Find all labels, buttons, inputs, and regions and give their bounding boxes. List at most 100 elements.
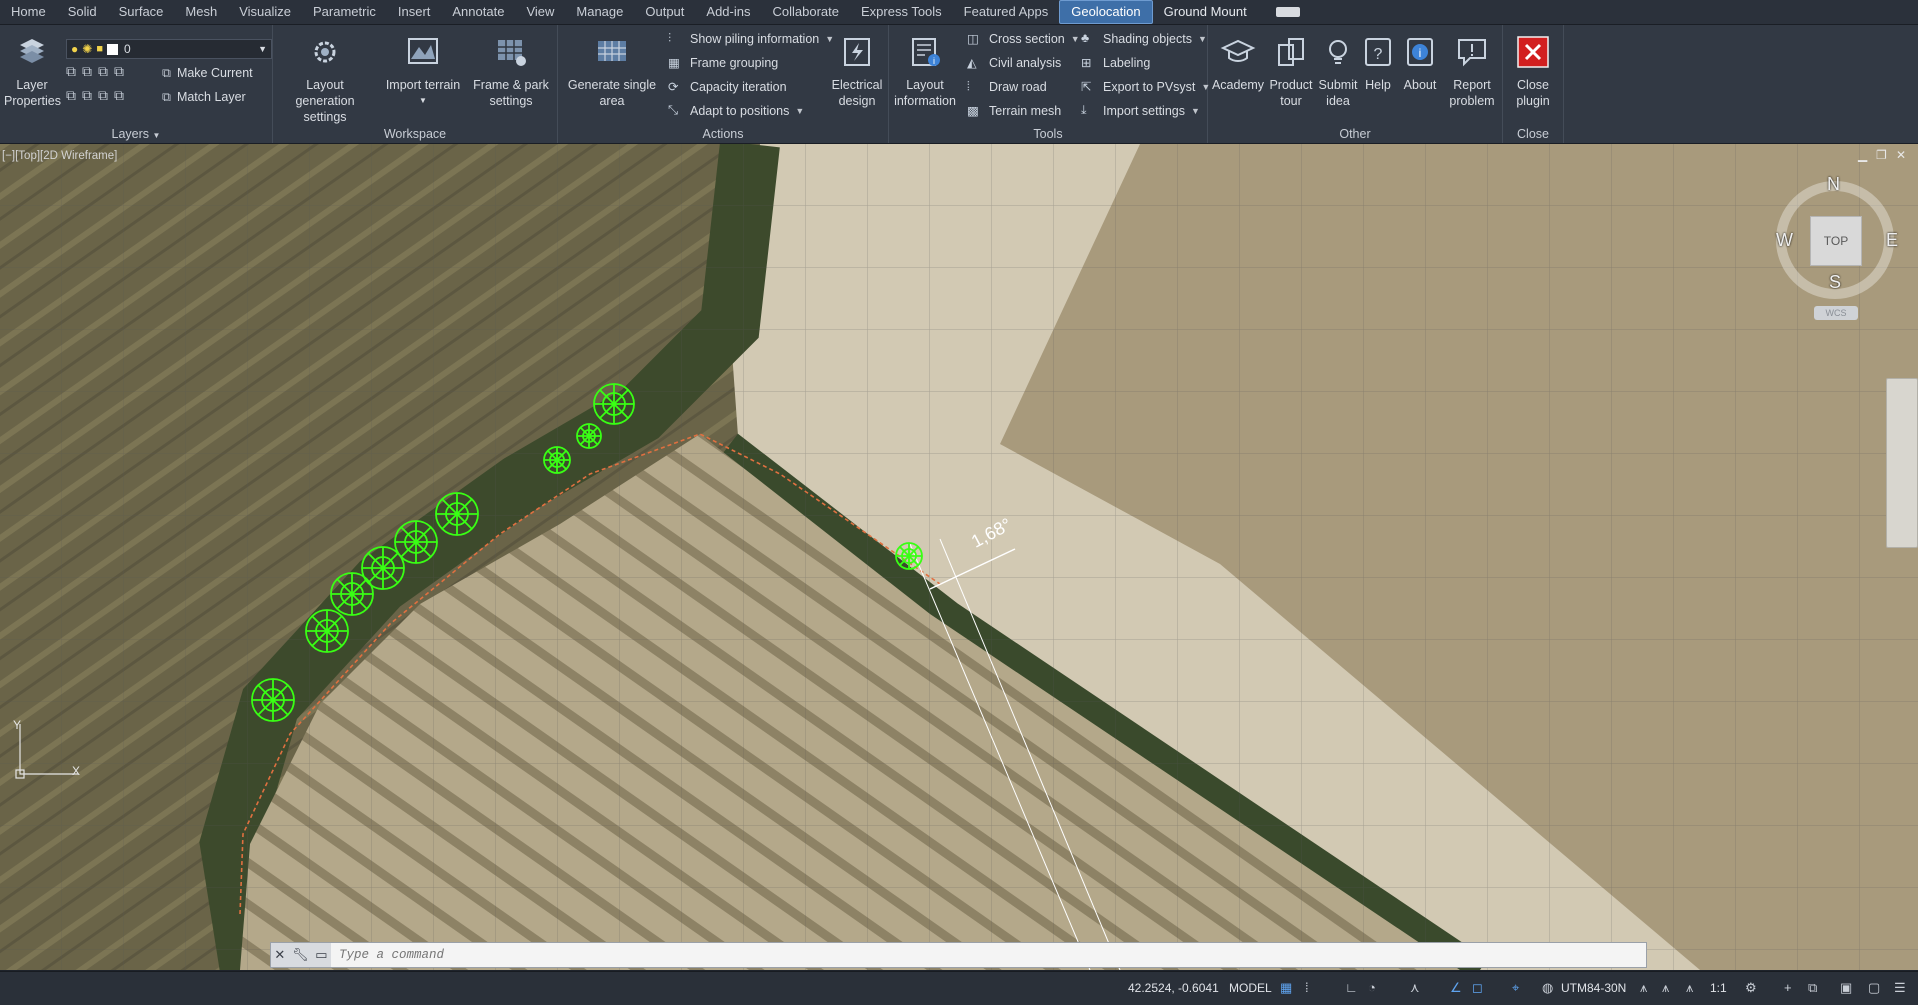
polar-tracking-icon[interactable]: ◔ — [1368, 980, 1384, 996]
tree-marker[interactable] — [435, 492, 479, 536]
tab-featured-apps[interactable]: Featured Apps — [953, 1, 1060, 23]
tab-visualize[interactable]: Visualize — [228, 1, 302, 23]
layer-walk-icon[interactable]: ⧉ — [66, 87, 76, 104]
model-space-button[interactable]: MODEL — [1229, 981, 1272, 995]
object-snap-icon[interactable]: ◻ — [1472, 980, 1488, 996]
layer-unlock-icon[interactable]: ⧉ — [114, 87, 124, 104]
adapt-to-positions-button[interactable]: ⤡ Adapt to positions ▼ — [668, 101, 804, 121]
tree-marker[interactable] — [576, 423, 602, 449]
globe-icon[interactable]: ◍ — [1542, 980, 1558, 996]
import-settings-button[interactable]: ⤓ Import settings ▼ — [1081, 101, 1200, 121]
geolocation-pin-icon[interactable]: ⌖ — [1512, 980, 1528, 996]
object-snap-tracking-icon[interactable]: ∠ — [1450, 980, 1466, 996]
navigation-bar[interactable] — [1886, 378, 1918, 548]
frame-grouping-button[interactable]: ▦ Frame grouping — [668, 53, 778, 73]
gear-icon[interactable]: ⚙ — [1745, 980, 1761, 996]
electrical-design-button[interactable]: Electrical design — [828, 35, 886, 109]
compass-north[interactable]: N — [1827, 174, 1840, 195]
hardware-acceleration-icon[interactable]: ▣ — [1840, 980, 1856, 996]
compass-west[interactable]: W — [1776, 230, 1793, 251]
ortho-mode-icon[interactable]: ∟ — [1345, 980, 1361, 996]
command-input[interactable] — [331, 947, 1541, 963]
tab-manage[interactable]: Manage — [565, 1, 634, 23]
civil-analysis-button[interactable]: ◭ Civil analysis — [967, 53, 1061, 73]
cursor-coordinates[interactable]: 42.2524, -0.6041 — [1128, 981, 1219, 995]
layer-dropdown[interactable]: ● ✺ ■ 0 ▼ — [66, 39, 272, 59]
viewcube-top-face[interactable]: TOP — [1810, 216, 1862, 266]
match-layer-button[interactable]: ⧉ Match Layer — [162, 87, 246, 107]
isometric-drafting-icon[interactable]: ⋏ — [1410, 980, 1426, 996]
layer-off-icon[interactable]: ⧉ — [66, 63, 76, 80]
compass-east[interactable]: E — [1886, 230, 1898, 251]
tab-surface[interactable]: Surface — [108, 1, 175, 23]
close-viewport-icon[interactable]: ✕ — [1896, 148, 1906, 162]
export-pvsyst-button[interactable]: ⇱ Export to PVsyst ▼ — [1081, 77, 1210, 97]
make-current-button[interactable]: ⧉ Make Current — [162, 63, 253, 83]
report-problem-button[interactable]: Report problem — [1444, 35, 1500, 109]
command-history-icon[interactable]: ▭ — [315, 947, 327, 963]
tab-view[interactable]: View — [515, 1, 565, 23]
wcs-menu[interactable]: WCS — [1814, 306, 1858, 320]
tree-marker[interactable] — [593, 383, 635, 425]
tab-annotate[interactable]: Annotate — [441, 1, 515, 23]
minimize-viewport-icon[interactable]: ▁ — [1858, 148, 1867, 162]
tree-marker[interactable] — [305, 609, 349, 653]
tab-express-tools[interactable]: Express Tools — [850, 1, 953, 23]
layer-freeze-icon[interactable]: ⧉ — [98, 63, 108, 80]
draw-road-button[interactable]: ⦙ Draw road — [967, 77, 1047, 97]
about-button[interactable]: i About — [1398, 35, 1442, 93]
tab-parametric[interactable]: Parametric — [302, 1, 387, 23]
show-piling-information-button[interactable]: ⫶ Show piling information ▼ — [668, 29, 834, 49]
snap-mode-icon[interactable]: ⁞ — [1305, 980, 1321, 996]
tab-collaborate[interactable]: Collaborate — [761, 1, 850, 23]
layout-information-button[interactable]: i Layout information — [893, 35, 957, 109]
close-plugin-button[interactable]: Close plugin — [1505, 35, 1561, 109]
generate-single-area-button[interactable]: Generate single area — [558, 35, 666, 109]
tree-marker[interactable] — [251, 678, 295, 722]
plus-icon[interactable]: + — [1784, 980, 1800, 996]
labeling-button[interactable]: ⊞ Labeling — [1081, 53, 1150, 73]
layer-merge-icon[interactable]: ⧉ — [82, 87, 92, 104]
layer-isolate-icon[interactable]: ⧉ — [82, 63, 92, 80]
panel-title-layers[interactable]: Layers ▼ — [0, 127, 272, 141]
layer-thaw-icon[interactable]: ⧉ — [98, 87, 108, 104]
restore-viewport-icon[interactable]: ❐ — [1876, 148, 1887, 162]
import-terrain-button[interactable]: Import terrain ▼ — [383, 35, 463, 109]
annotation-scale-value[interactable]: 1:1 — [1710, 981, 1727, 995]
viewport-controls-label[interactable]: [−][Top][2D Wireframe] — [2, 150, 117, 162]
tab-insert[interactable]: Insert — [387, 1, 442, 23]
tab-add-ins[interactable]: Add-ins — [695, 1, 761, 23]
shading-objects-button[interactable]: ♣ Shading objects ▼ — [1081, 29, 1207, 49]
wrench-icon[interactable]: 🔧︎ — [292, 947, 309, 963]
viewcube[interactable]: N W E S TOP WCS — [1768, 174, 1908, 320]
product-tour-button[interactable]: Product tour — [1266, 35, 1316, 109]
tree-marker[interactable] — [330, 572, 374, 616]
frame-park-settings-button[interactable]: Frame & park settings — [469, 35, 553, 109]
tab-home[interactable]: Home — [0, 1, 57, 23]
auto-scale-icon[interactable]: ⩚ — [1662, 980, 1678, 996]
cross-section-button[interactable]: ◫ Cross section ▼ — [967, 29, 1080, 49]
customization-menu-icon[interactable]: ☰ — [1894, 980, 1910, 996]
terrain-mesh-button[interactable]: ▩ Terrain mesh — [967, 101, 1061, 121]
clean-screen-icon[interactable]: ▢ — [1868, 980, 1884, 996]
ribbon-display-toggle[interactable] — [1275, 7, 1300, 17]
close-icon[interactable]: ✕ — [274, 947, 285, 963]
compass-south[interactable]: S — [1829, 272, 1841, 293]
layer-properties-button[interactable]: Layer Properties — [4, 35, 61, 109]
tab-output[interactable]: Output — [634, 1, 695, 23]
isolate-objects-icon[interactable]: ⧉ — [1808, 980, 1824, 996]
help-button[interactable]: ? Help — [1360, 35, 1396, 93]
submit-idea-button[interactable]: Submit idea — [1316, 35, 1360, 109]
tab-solid[interactable]: Solid — [57, 1, 108, 23]
drawing-viewport[interactable]: [−][Top][2D Wireframe] 1,68° Y X ▁ ❐ ✕ N… — [0, 144, 1918, 970]
coordinate-system-label[interactable]: UTM84-30N — [1561, 981, 1626, 995]
tree-marker[interactable] — [543, 446, 571, 474]
grid-display-icon[interactable]: ▦ — [1280, 980, 1296, 996]
tree-marker[interactable] — [361, 546, 405, 590]
capacity-iteration-button[interactable]: ⟳ Capacity iteration — [668, 77, 787, 97]
tab-geolocation[interactable]: Geolocation — [1059, 0, 1153, 24]
tab-ground-mount[interactable]: Ground Mount — [1153, 1, 1258, 23]
academy-button[interactable]: Academy — [1210, 35, 1266, 93]
layout-generation-settings-button[interactable]: Layout generation settings — [277, 35, 373, 125]
annotation-visibility-icon[interactable]: ⩚ — [1640, 980, 1656, 996]
